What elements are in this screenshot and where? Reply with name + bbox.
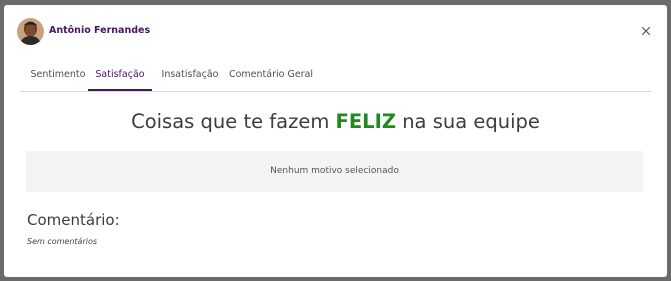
tab-comentario-geral[interactable]: Comentário Geral — [228, 65, 314, 90]
section-title: Coisas que te fazem FELIZ na sua equipe — [4, 110, 667, 133]
empty-message: Nenhum motivo selecionado — [270, 166, 399, 176]
title-highlight: FELIZ — [335, 110, 396, 133]
user-name: Antônio Fernandes — [49, 25, 151, 36]
close-icon — [641, 26, 651, 36]
tab-bar: Sentimento Satisfação Insatisfação Comen… — [20, 65, 651, 92]
empty-reasons-box: Nenhum motivo selecionado — [26, 151, 643, 192]
avatar-image — [17, 18, 44, 45]
tab-insatisfacao[interactable]: Insatisfação — [158, 65, 222, 90]
title-prefix: Coisas que te fazem — [131, 110, 336, 133]
close-button[interactable] — [639, 23, 653, 37]
comment-heading: Comentário: — [27, 211, 120, 229]
feedback-modal: Antônio Fernandes Sentimento Satisfação … — [4, 5, 667, 277]
title-suffix: na sua equipe — [396, 110, 540, 133]
avatar — [17, 18, 44, 45]
tab-sentimento[interactable]: Sentimento — [28, 65, 88, 90]
comment-text: Sem comentários — [27, 237, 98, 246]
tab-satisfacao[interactable]: Satisfação — [88, 65, 152, 91]
modal-header: Antônio Fernandes — [4, 5, 667, 59]
